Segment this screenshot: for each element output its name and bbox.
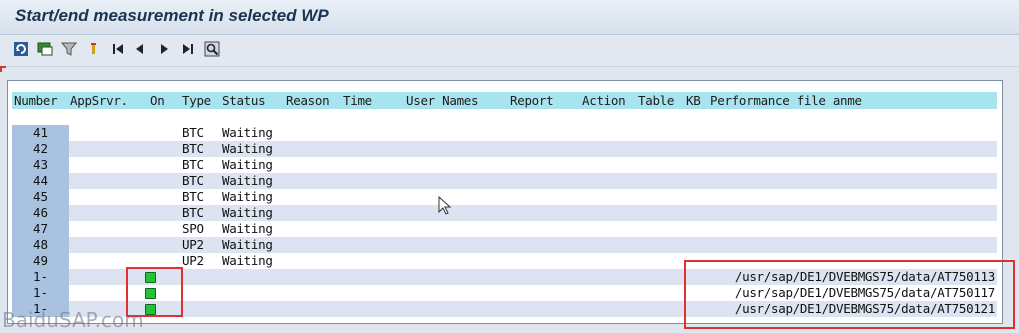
application-toolbar — [0, 35, 1019, 65]
row-number: 43 — [12, 157, 69, 173]
row-status: Waiting — [222, 221, 273, 236]
display-icon[interactable] — [37, 41, 53, 57]
row-type: BTC — [182, 173, 204, 188]
row-number: 42 — [12, 141, 69, 157]
title-bar: Start/end measurement in selected WP — [0, 0, 1019, 35]
row-type: BTC — [182, 157, 204, 172]
window-title: Start/end measurement in selected WP — [15, 6, 329, 25]
row-status: Waiting — [222, 173, 273, 188]
row-type: BTC — [182, 125, 204, 140]
col-action[interactable]: Action — [582, 93, 626, 108]
table-row[interactable]: 48 UP2 Waiting — [12, 237, 997, 253]
table-row[interactable]: 45 BTC Waiting — [12, 189, 997, 205]
last-page-icon[interactable] — [180, 41, 196, 57]
table-row[interactable]: 43 BTC Waiting — [12, 157, 997, 173]
corner-marker — [0, 66, 6, 72]
row-status: Waiting — [222, 125, 273, 140]
row-status: Waiting — [222, 189, 273, 204]
col-appsrvr[interactable]: AppSrvr. — [70, 93, 128, 108]
row-type: BTC — [182, 141, 204, 156]
table-row[interactable]: 46 BTC Waiting — [12, 205, 997, 221]
row-number: 41 — [12, 125, 69, 141]
row-number: 48 — [12, 237, 69, 253]
col-kb[interactable]: KB — [686, 93, 701, 108]
col-user-names[interactable]: User Names — [406, 93, 479, 108]
toolbar-separator — [0, 66, 1019, 67]
first-page-icon[interactable] — [110, 41, 126, 57]
row-number: 49 — [12, 253, 69, 269]
row-type: BTC — [182, 189, 204, 204]
row-status: Waiting — [222, 253, 273, 268]
row-number: 44 — [12, 173, 69, 189]
row-status: Waiting — [222, 237, 273, 252]
row-status: Waiting — [222, 157, 273, 172]
previous-page-icon[interactable] — [132, 41, 148, 57]
row-status: Waiting — [222, 205, 273, 220]
row-type: BTC — [182, 205, 204, 220]
row-status: Waiting — [222, 141, 273, 156]
col-reason[interactable]: Reason — [286, 93, 330, 108]
col-number[interactable]: Number — [14, 93, 58, 108]
table-row[interactable]: 41 BTC Waiting — [12, 125, 997, 141]
row-number: 46 — [12, 205, 69, 221]
marker-icon[interactable] — [85, 41, 101, 57]
performance-file-highlight — [684, 260, 1015, 329]
table-row[interactable]: 47 SPO Waiting — [12, 221, 997, 237]
refresh-icon[interactable] — [13, 41, 29, 57]
row-type: UP2 — [182, 237, 204, 252]
table-row[interactable]: 42 BTC Waiting — [12, 141, 997, 157]
table-header: Number AppSrvr. On Type Status Reason Ti… — [12, 92, 997, 109]
find-icon[interactable] — [204, 41, 220, 57]
mouse-pointer-icon — [438, 196, 452, 215]
row-type: UP2 — [182, 253, 204, 268]
col-status[interactable]: Status — [222, 93, 266, 108]
row-number: 1- — [12, 285, 69, 301]
row-number: 1- — [12, 269, 69, 285]
row-number: 45 — [12, 189, 69, 205]
col-type[interactable]: Type — [182, 93, 211, 108]
row-type: SPO — [182, 221, 204, 236]
table-row[interactable]: 44 BTC Waiting — [12, 173, 997, 189]
col-table[interactable]: Table — [638, 93, 674, 108]
col-on[interactable]: On — [150, 93, 165, 108]
col-report[interactable]: Report — [510, 93, 554, 108]
watermark: BaiduSAP.com — [2, 308, 144, 332]
row-number: 47 — [12, 221, 69, 237]
col-performance-file[interactable]: Performance file anme — [710, 93, 862, 108]
next-page-icon[interactable] — [156, 41, 172, 57]
filter-icon[interactable] — [61, 41, 77, 57]
col-time[interactable]: Time — [343, 93, 372, 108]
